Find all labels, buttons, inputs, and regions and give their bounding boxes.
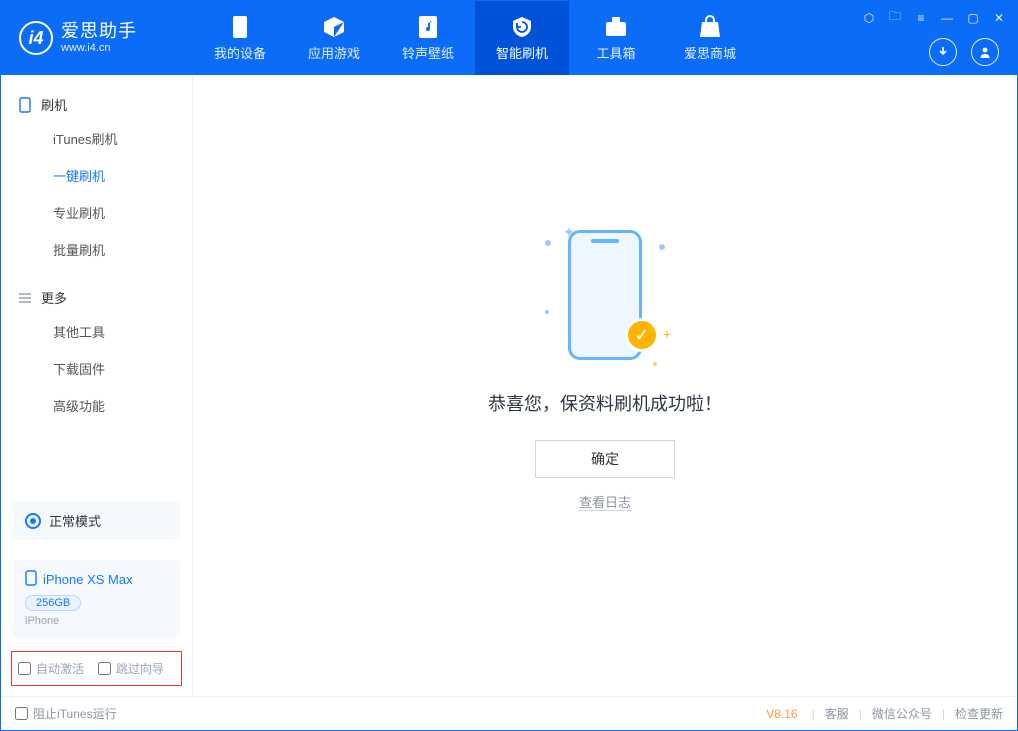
tab-label: 爱思商城	[684, 43, 736, 62]
brand-title: 爱思助手	[61, 22, 137, 42]
tab-label: 铃声壁纸	[402, 43, 454, 62]
tab-ringtone[interactable]: 铃声壁纸	[381, 1, 475, 75]
tab-apps[interactable]: 应用游戏	[287, 1, 381, 75]
user-button[interactable]	[971, 38, 999, 66]
divider: |	[942, 707, 945, 721]
success-hero: ✦ ✓ + 恭喜您，保资料刷机成功啦！ 确定 查看日志	[488, 220, 722, 511]
footer-right: V8.16 | 客服 | 微信公众号 | 检查更新	[766, 705, 1003, 722]
tab-toolbox[interactable]: 工具箱	[569, 1, 663, 75]
flash-options-row: 自动激活 跳过向导	[11, 651, 182, 686]
shield-refresh-icon	[510, 15, 534, 39]
maximize-button[interactable]: ▢	[965, 11, 981, 25]
sidebar-item-advanced[interactable]: 高级功能	[1, 387, 192, 424]
menu-icon[interactable]: ≡	[913, 11, 929, 25]
sidebar-item-itunes-flash[interactable]: iTunes刷机	[1, 120, 192, 157]
bag-icon	[698, 15, 722, 39]
sidebar-item-batch-flash[interactable]: 批量刷机	[1, 231, 192, 268]
device-type: iPhone	[25, 615, 168, 627]
header: i4 爱思助手 www.i4.cn 我的设备 应用游戏 铃声壁纸 智能刷机	[1, 1, 1017, 75]
block-itunes-label: 阻止iTunes运行	[33, 705, 117, 722]
body: 刷机 iTunes刷机 一键刷机 专业刷机 批量刷机 更多 其他工具 下载固件 …	[1, 75, 1017, 696]
device-name: iPhone XS Max	[43, 572, 133, 587]
divider: |	[859, 707, 862, 721]
sidebar-item-other-tools[interactable]: 其他工具	[1, 313, 192, 350]
check-badge-icon: ✓	[625, 318, 659, 352]
tab-label: 工具箱	[596, 43, 635, 62]
sidebar: 刷机 iTunes刷机 一键刷机 专业刷机 批量刷机 更多 其他工具 下载固件 …	[1, 75, 193, 696]
phone-icon	[228, 15, 252, 39]
download-button[interactable]	[929, 38, 957, 66]
phone-outline-icon	[19, 97, 33, 113]
sidebar-nav: 刷机 iTunes刷机 一键刷机 专业刷机 批量刷机 更多 其他工具 下载固件 …	[1, 75, 192, 491]
brand-subtitle: www.i4.cn	[61, 42, 137, 54]
tab-store[interactable]: 爱思商城	[663, 1, 757, 75]
lock-icon[interactable]: 🗀	[887, 7, 903, 28]
cube-icon	[322, 15, 346, 39]
block-itunes-checkbox[interactable]: 阻止iTunes运行	[15, 705, 117, 722]
auto-activate-checkbox[interactable]: 自动激活	[18, 660, 84, 677]
brand-logo-icon: i4	[19, 21, 53, 55]
skip-guide-label: 跳过向导	[116, 660, 164, 677]
skip-guide-checkbox[interactable]: 跳过向导	[98, 660, 164, 677]
footer: 阻止iTunes运行 V8.16 | 客服 | 微信公众号 | 检查更新	[1, 696, 1017, 730]
device-card[interactable]: iPhone XS Max 256GB iPhone	[13, 560, 180, 637]
phone-illustration: ✦ ✓ +	[545, 220, 665, 370]
sparkle-icon	[545, 310, 549, 314]
tab-label: 智能刷机	[496, 43, 548, 62]
group-title: 刷机	[41, 95, 67, 114]
tab-flash[interactable]: 智能刷机	[475, 1, 569, 75]
tab-device[interactable]: 我的设备	[193, 1, 287, 75]
sparkle-icon	[653, 362, 657, 366]
auto-activate-label: 自动激活	[36, 660, 84, 677]
sparkle-icon: +	[663, 326, 671, 342]
sparkle-icon	[545, 240, 551, 246]
support-link[interactable]: 客服	[825, 705, 849, 722]
sidebar-item-oneclick-flash[interactable]: 一键刷机	[1, 157, 192, 194]
group-title: 更多	[41, 288, 67, 307]
tab-label: 我的设备	[214, 43, 266, 62]
sparkle-icon	[659, 244, 665, 250]
check-update-link[interactable]: 检查更新	[955, 705, 1003, 722]
auto-activate-input[interactable]	[18, 662, 31, 675]
sidebar-group-more: 更多	[1, 282, 192, 313]
mode-card[interactable]: 正常模式	[13, 501, 180, 540]
sidebar-item-download-fw[interactable]: 下载固件	[1, 350, 192, 387]
toolbox-icon	[604, 15, 628, 39]
brand-text: 爱思助手 www.i4.cn	[61, 22, 137, 54]
top-tabs: 我的设备 应用游戏 铃声壁纸 智能刷机 工具箱 爱思商城	[193, 1, 757, 75]
mode-dot-icon	[25, 513, 41, 529]
tshirt-icon[interactable]: ⬡	[861, 11, 877, 25]
music-file-icon	[416, 15, 440, 39]
tab-label: 应用游戏	[308, 43, 360, 62]
success-title: 恭喜您，保资料刷机成功啦！	[488, 390, 722, 416]
close-button[interactable]: ✕	[991, 11, 1007, 25]
main-content: ✦ ✓ + 恭喜您，保资料刷机成功啦！ 确定 查看日志	[193, 75, 1017, 696]
skip-guide-input[interactable]	[98, 662, 111, 675]
block-itunes-input[interactable]	[15, 707, 28, 720]
sidebar-item-pro-flash[interactable]: 专业刷机	[1, 194, 192, 231]
header-right: ⬡ 🗀 ≡ ― ▢ ✕	[861, 1, 1017, 75]
ok-button[interactable]: 确定	[535, 440, 675, 478]
brand: i4 爱思助手 www.i4.cn	[1, 1, 193, 75]
view-log-link[interactable]: 查看日志	[579, 492, 631, 511]
app-window: i4 爱思助手 www.i4.cn 我的设备 应用游戏 铃声壁纸 智能刷机	[0, 0, 1018, 731]
minimize-button[interactable]: ―	[939, 11, 955, 25]
device-capacity: 256GB	[25, 595, 81, 611]
version-label: V8.16	[766, 707, 797, 721]
mode-label: 正常模式	[49, 511, 101, 530]
window-controls: ⬡ 🗀 ≡ ― ▢ ✕	[861, 7, 1007, 28]
wechat-link[interactable]: 微信公众号	[872, 705, 932, 722]
divider: |	[812, 707, 815, 721]
phone-small-icon	[25, 570, 37, 589]
list-icon	[19, 292, 33, 304]
sidebar-group-flash: 刷机	[1, 89, 192, 120]
